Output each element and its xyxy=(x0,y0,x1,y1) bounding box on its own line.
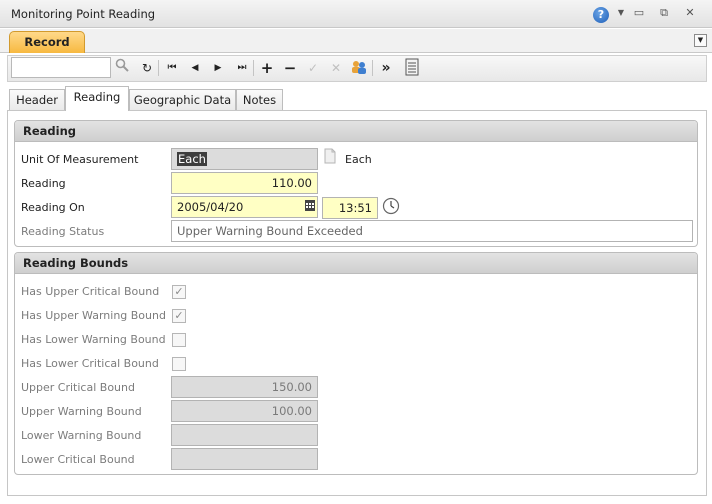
has-lower-critical-label: Has Lower Critical Bound xyxy=(21,357,159,370)
has-upper-critical-checkbox[interactable]: ✓ xyxy=(172,285,186,299)
lower-warning-label: Lower Warning Bound xyxy=(21,429,142,442)
reading-status-field: Upper Warning Bound Exceeded xyxy=(171,220,693,242)
search-icon[interactable] xyxy=(112,58,132,78)
help-icon[interactable]: ? xyxy=(593,7,609,23)
tab-geographic-data[interactable]: Geographic Data xyxy=(129,89,236,111)
calendar-icon[interactable] xyxy=(303,197,317,217)
reading-on-date-field[interactable]: 2005/04/20 xyxy=(171,196,318,218)
tab-reading[interactable]: Reading xyxy=(65,86,129,111)
save-icon[interactable]: ✓ xyxy=(303,58,323,78)
toolbar-divider xyxy=(372,60,373,76)
reading-status-label: Reading Status xyxy=(21,225,105,238)
reading-on-time-field[interactable]: 13:51 xyxy=(322,197,378,219)
toolbar-divider xyxy=(158,60,159,76)
title-bar: Monitoring Point Reading ? ▼ ▭ ⧉ ✕ xyxy=(0,0,712,28)
search-input[interactable] xyxy=(11,57,111,78)
help-dropdown-icon[interactable]: ▼ xyxy=(614,6,628,20)
refresh-icon[interactable]: ↻ xyxy=(137,58,157,78)
reading-on-label: Reading On xyxy=(21,201,85,214)
tab-record[interactable]: Record xyxy=(9,31,85,53)
next-record-icon[interactable]: ▶ xyxy=(208,58,228,78)
reading-section-title: Reading xyxy=(15,121,697,142)
upper-critical-label: Upper Critical Bound xyxy=(21,381,135,394)
uom-display: Each xyxy=(345,153,372,166)
lower-critical-field[interactable] xyxy=(171,448,318,470)
document-lookup-icon[interactable] xyxy=(320,148,340,168)
has-lower-critical-checkbox[interactable] xyxy=(172,357,186,371)
tab-notes[interactable]: Notes xyxy=(236,89,283,111)
first-record-icon[interactable]: ⏮ xyxy=(162,58,182,78)
upper-warning-label: Upper Warning Bound xyxy=(21,405,142,418)
has-upper-warning-checkbox[interactable]: ✓ xyxy=(172,309,186,323)
clock-icon[interactable] xyxy=(381,197,401,217)
notes-icon[interactable] xyxy=(402,58,422,78)
uom-field-value: Each xyxy=(177,152,207,166)
toolbar-divider xyxy=(253,60,254,76)
cancel-icon[interactable]: ✕ xyxy=(326,58,346,78)
uom-label: Unit Of Measurement xyxy=(21,153,139,166)
record-tab-strip xyxy=(0,29,712,53)
chevron-down-icon[interactable]: ▼ xyxy=(694,34,707,47)
last-record-icon[interactable]: ⏭ xyxy=(232,58,252,78)
window-title: Monitoring Point Reading xyxy=(11,7,156,21)
close-icon[interactable]: ✕ xyxy=(683,6,697,20)
reading-bounds-title: Reading Bounds xyxy=(15,253,697,274)
upper-critical-field[interactable]: 150.00 xyxy=(171,376,318,398)
uom-field[interactable]: Each xyxy=(171,148,318,170)
tab-header[interactable]: Header xyxy=(9,89,65,111)
lower-warning-field[interactable] xyxy=(171,424,318,446)
has-lower-warning-label: Has Lower Warning Bound xyxy=(21,333,166,346)
lower-critical-label: Lower Critical Bound xyxy=(21,453,135,466)
upper-warning-field[interactable]: 100.00 xyxy=(171,400,318,422)
has-upper-critical-label: Has Upper Critical Bound xyxy=(21,285,160,298)
has-upper-warning-label: Has Upper Warning Bound xyxy=(21,309,166,322)
reading-label: Reading xyxy=(21,177,66,190)
minimize-icon[interactable]: ▭ xyxy=(632,6,646,20)
reading-field[interactable]: 110.00 xyxy=(171,172,318,194)
add-icon[interactable]: + xyxy=(257,58,277,78)
has-lower-warning-checkbox[interactable] xyxy=(172,333,186,347)
users-icon[interactable] xyxy=(349,58,369,78)
restore-icon[interactable]: ⧉ xyxy=(657,6,671,20)
remove-icon[interactable]: − xyxy=(280,58,300,78)
previous-record-icon[interactable]: ◀ xyxy=(185,58,205,78)
more-icon[interactable]: » xyxy=(376,58,396,78)
